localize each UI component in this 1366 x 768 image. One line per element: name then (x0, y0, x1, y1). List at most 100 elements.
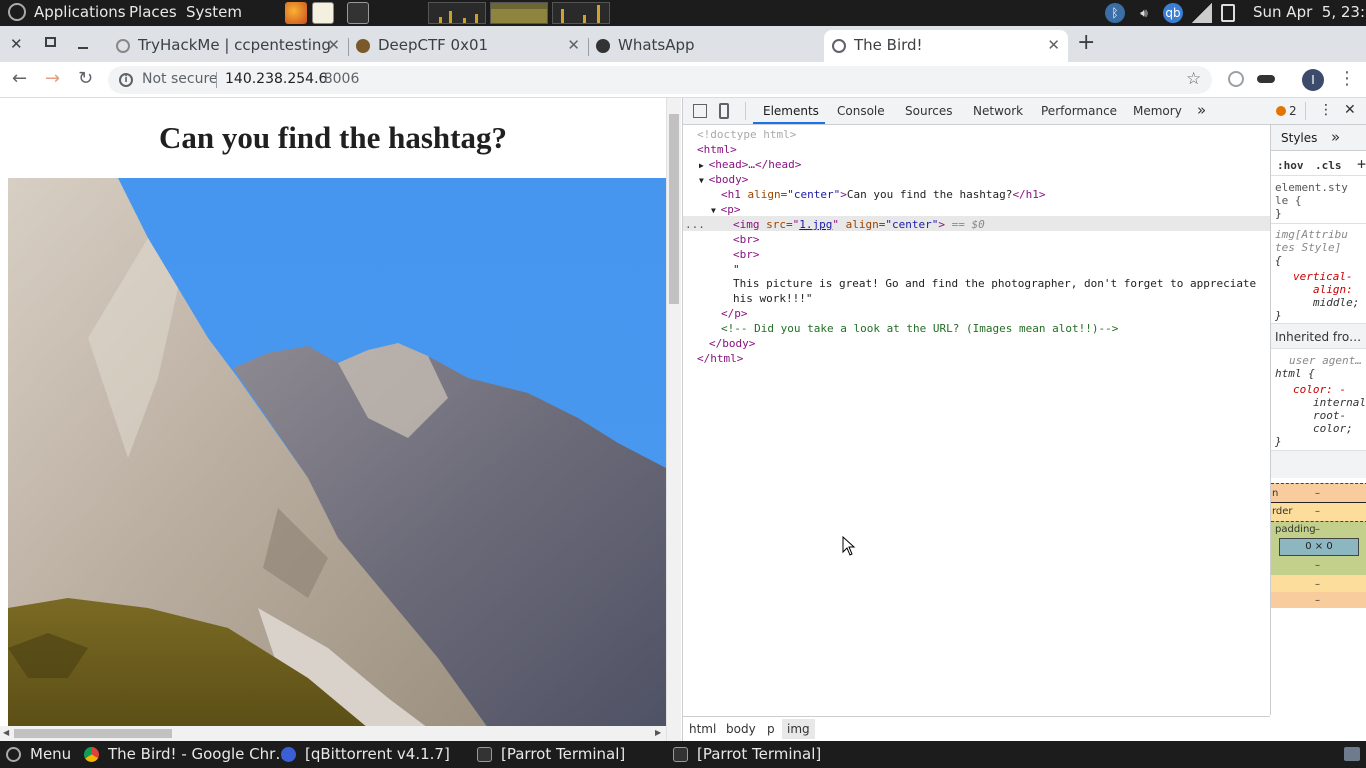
dom-line[interactable]: " (733, 262, 740, 277)
tab-deepctf[interactable]: DeepCTF 0x01 ✕ (348, 30, 588, 62)
page-horizontal-scrollbar[interactable]: ◀ ▶ (0, 726, 666, 741)
dom-line-selected[interactable]: <img src="1.jpg" align="center"> == $0 (733, 217, 985, 232)
show-desktop-icon[interactable] (1344, 747, 1360, 761)
dom-line[interactable]: ▶ <head>…</head> (699, 157, 801, 173)
dom-line[interactable]: <h1 align="center">Can you find the hash… (721, 187, 1046, 202)
close-tab-icon[interactable]: ✕ (1047, 36, 1060, 54)
breadcrumb-img[interactable]: img (782, 719, 815, 739)
styles-tab[interactable]: Styles (1281, 131, 1317, 145)
tab-the-bird[interactable]: The Bird! ✕ (824, 30, 1068, 62)
html-selector[interactable]: html { (1275, 367, 1315, 380)
issues-icon[interactable] (1276, 106, 1286, 116)
breadcrumb-body[interactable]: body (726, 722, 756, 736)
close-tab-icon[interactable]: ✕ (567, 36, 580, 54)
devtools-tab-console[interactable]: Console (837, 104, 885, 118)
scroll-thumb[interactable] (669, 114, 679, 304)
minimize-window-icon[interactable] (78, 47, 88, 49)
collapse-triangle-icon[interactable]: ▼ (699, 176, 709, 185)
url-host[interactable]: 140.238.254.6 (225, 71, 327, 87)
omnibox[interactable]: i Not secure 140.238.254.6 :8006 ☆ (108, 66, 1212, 94)
info-icon[interactable]: i (119, 73, 133, 87)
cls-toggle[interactable]: .cls (1315, 159, 1342, 172)
new-rule-plus-icon[interactable]: + (1357, 155, 1366, 173)
attribute-style-selector[interactable]: img[Attribu (1275, 228, 1348, 241)
text-editor-launcher-icon[interactable] (312, 2, 334, 24)
css-value[interactable]: root- (1313, 409, 1346, 422)
dom-line[interactable]: <br> (733, 247, 760, 262)
scroll-right-arrow-icon[interactable]: ▶ (655, 728, 661, 737)
collapse-triangle-icon[interactable]: ▼ (711, 206, 721, 215)
task-terminal-2[interactable]: [Parrot Terminal] (673, 741, 863, 768)
scroll-left-arrow-icon[interactable]: ◀ (3, 728, 9, 737)
dom-line[interactable]: This picture is great! Go and find the p… (733, 276, 1256, 291)
css-value[interactable]: color; (1313, 422, 1353, 435)
styles-more-chevron-icon[interactable]: » (1331, 128, 1340, 146)
breadcrumb-p[interactable]: p (767, 722, 775, 736)
forward-arrow-icon[interactable]: → (45, 68, 60, 89)
css-value[interactable]: internal (1313, 396, 1366, 409)
incognito-extension-icon[interactable] (1257, 75, 1275, 83)
more-tabs-chevron-icon[interactable]: » (1197, 101, 1206, 119)
attribute-style-selector[interactable]: tes Style] (1275, 241, 1341, 254)
element-style-selector[interactable]: le { (1275, 194, 1302, 207)
devtools-menu-icon[interactable]: ⋮ (1319, 102, 1333, 118)
inspect-element-icon[interactable] (693, 104, 707, 118)
bluetooth-icon[interactable]: ᛒ (1105, 3, 1125, 23)
restore-window-icon[interactable] (45, 37, 56, 47)
page-vertical-scrollbar[interactable] (666, 98, 681, 741)
element-style-selector[interactable]: element.sty (1275, 181, 1348, 194)
dom-line[interactable]: <!doctype html> (697, 127, 796, 142)
close-devtools-icon[interactable]: ✕ (1344, 102, 1356, 118)
battery-icon[interactable] (1221, 4, 1235, 22)
volume-icon[interactable]: 🔊︎ (1134, 3, 1154, 23)
parrot-logo-icon[interactable] (8, 3, 26, 21)
menu-places[interactable]: Places (129, 3, 177, 21)
url-port[interactable]: :8006 (319, 71, 359, 87)
menu-parrot-icon[interactable] (6, 747, 21, 762)
device-toolbar-icon[interactable] (719, 103, 729, 119)
tab-tryhackme[interactable]: TryHackMe | ccpentesting ✕ (108, 30, 348, 62)
devtools-tab-sources[interactable]: Sources (905, 104, 952, 118)
profile-avatar[interactable]: I (1302, 69, 1324, 91)
dom-line[interactable]: </body> (709, 336, 755, 351)
ellipsis-icon[interactable]: ... (685, 218, 705, 231)
dom-line[interactable]: <br> (733, 232, 760, 247)
css-property[interactable]: align: (1313, 283, 1353, 296)
back-arrow-icon[interactable]: ← (12, 68, 27, 89)
task-chrome[interactable]: The Bird! - Google Chr… (84, 741, 290, 768)
devtools-tab-elements[interactable]: Elements (763, 104, 819, 118)
devtools-tab-performance[interactable]: Performance (1041, 104, 1117, 118)
hov-toggle[interactable]: :hov (1277, 159, 1304, 172)
menu-button[interactable]: Menu (30, 745, 71, 763)
dom-line[interactable]: </p> (721, 306, 748, 321)
dom-line[interactable]: ▼ <body> (699, 172, 748, 188)
clock[interactable]: Sun Apr 5, 23:01 (1253, 3, 1366, 21)
qbittorrent-tray-icon[interactable]: qb (1163, 3, 1183, 23)
task-qbittorrent[interactable]: [qBittorrent v4.1.7] (281, 741, 471, 768)
more-vert-icon[interactable]: ⋮ (1338, 68, 1356, 89)
close-window-icon[interactable]: ✕ (10, 35, 23, 53)
css-property[interactable]: vertical- (1293, 270, 1353, 283)
css-value[interactable]: middle; (1313, 296, 1359, 309)
dom-line[interactable]: his work!!!" (733, 291, 812, 306)
expand-triangle-icon[interactable]: ▶ (699, 161, 709, 170)
tab-whatsapp[interactable]: WhatsApp (588, 30, 824, 62)
issues-count[interactable]: 2 (1289, 104, 1297, 118)
menu-applications[interactable]: Applications (34, 3, 126, 21)
extension-icon[interactable] (1228, 71, 1244, 87)
menu-system[interactable]: System (186, 3, 242, 21)
terminal-launcher-icon[interactable] (347, 2, 369, 24)
task-terminal-1[interactable]: [Parrot Terminal] (477, 741, 667, 768)
security-label[interactable]: Not secure (142, 71, 218, 87)
box-content[interactable]: 0 × 0 (1279, 538, 1359, 556)
dom-line[interactable]: <html> (697, 142, 737, 157)
reload-icon[interactable]: ↻ (78, 68, 93, 89)
breadcrumb-html[interactable]: html (689, 722, 716, 736)
new-tab-plus-icon[interactable]: + (1077, 30, 1095, 55)
dom-line[interactable]: <!-- Did you take a look at the URL? (Im… (721, 321, 1118, 336)
devtools-tab-network[interactable]: Network (973, 104, 1023, 118)
bookmark-star-icon[interactable]: ☆ (1186, 69, 1201, 89)
devtools-tab-memory[interactable]: Memory (1133, 104, 1182, 118)
wifi-signal-icon[interactable] (1192, 3, 1212, 23)
close-tab-icon[interactable]: ✕ (327, 36, 340, 54)
